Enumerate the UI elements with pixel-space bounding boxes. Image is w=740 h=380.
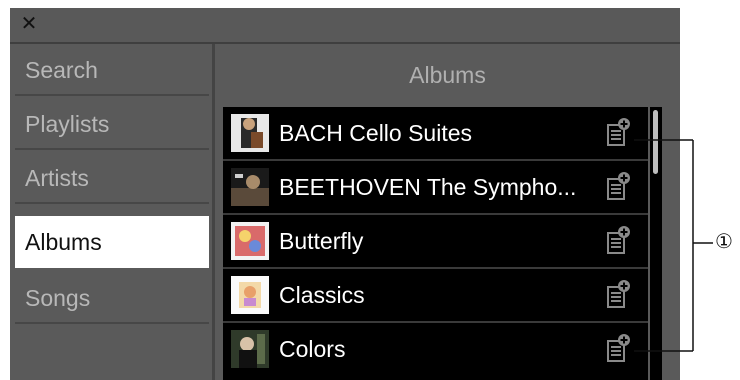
add-to-playlist-icon[interactable] (605, 117, 635, 149)
list-item[interactable]: BEETHOVEN The Sympho... (223, 161, 648, 215)
add-to-playlist-icon[interactable] (605, 333, 635, 365)
list-item[interactable]: Butterfly (223, 215, 648, 269)
list-item[interactable]: Classics (223, 269, 648, 323)
sidebar-item-search[interactable]: Search (15, 44, 209, 96)
album-title: Colors (279, 336, 346, 362)
sidebar-item-playlists[interactable]: Playlists (15, 98, 209, 150)
page-title: Albums (409, 62, 486, 88)
list-item[interactable]: BACH Cello Suites (223, 107, 648, 161)
add-to-playlist-icon[interactable] (605, 279, 635, 311)
scrollbar[interactable] (650, 107, 662, 380)
list-item[interactable]: Colors (223, 323, 648, 375)
album-art (231, 330, 269, 368)
albums-panel: Albums BACH Cello Suites BEETHOVEN The S… (215, 44, 680, 380)
album-title: BEETHOVEN The Sympho... (279, 174, 577, 200)
add-to-playlist-icon[interactable] (605, 171, 635, 203)
sidebar-item-songs[interactable]: Songs (15, 272, 209, 324)
add-to-playlist-icon[interactable] (605, 225, 635, 257)
album-title: BACH Cello Suites (279, 120, 473, 146)
close-icon[interactable]: ✕ (19, 14, 39, 34)
album-title: Classics (279, 282, 365, 308)
album-art (231, 114, 269, 152)
album-art (231, 168, 269, 206)
app-window: ✕ Search Playlists Artists Albums Songs … (10, 8, 680, 380)
callout-label: ① (715, 229, 733, 253)
album-list: BACH Cello Suites BEETHOVEN The Sympho..… (223, 107, 648, 380)
sidebar-item-artists[interactable]: Artists (15, 152, 209, 204)
sidebar: Search Playlists Artists Albums Songs (10, 44, 215, 380)
title-bar: ✕ (10, 8, 680, 44)
sidebar-item-albums[interactable]: Albums (15, 216, 209, 268)
scrollbar-thumb[interactable] (653, 110, 658, 174)
album-art (231, 222, 269, 260)
album-title: Butterfly (279, 228, 364, 254)
album-art (231, 276, 269, 314)
